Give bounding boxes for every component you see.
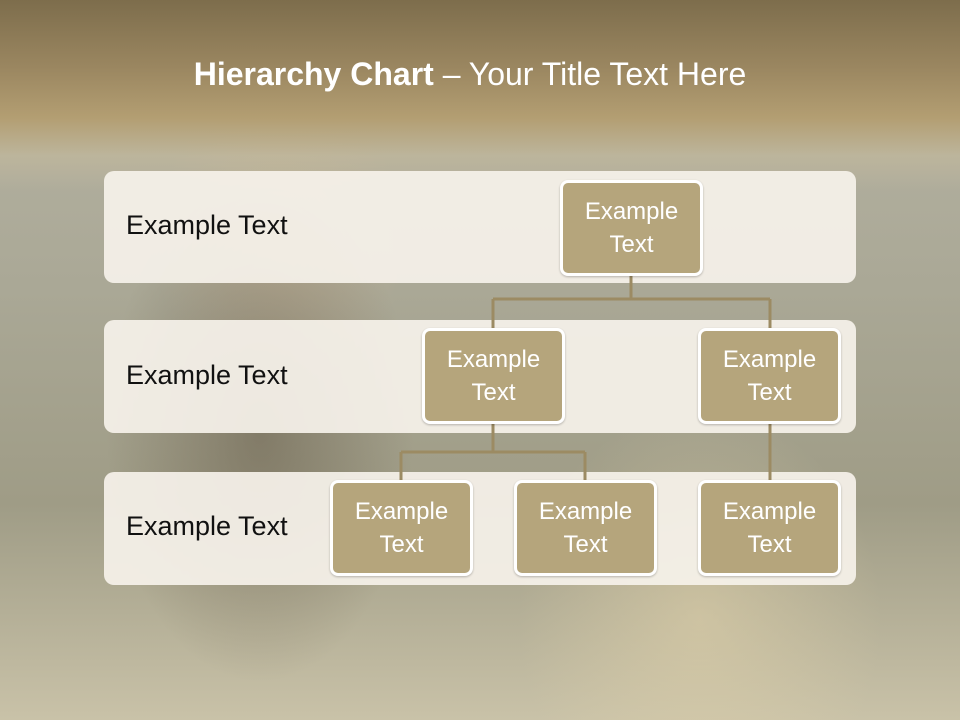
node-level3-right: Example Text (698, 480, 841, 576)
node-level3-middle-line2: Text (563, 531, 608, 558)
node-level2-left-line2: Text (471, 379, 516, 406)
node-level3-middle: Example Text (514, 480, 657, 576)
node-level3-left-line2: Text (379, 531, 424, 558)
node-level2-left: Example Text (422, 328, 565, 424)
node-level2-right: Example Text (698, 328, 841, 424)
node-level2-right-line2: Text (747, 379, 792, 406)
node-level2-right-line1: Example (722, 346, 817, 373)
node-root-line1: Example (584, 198, 679, 225)
node-root-line2: Text (609, 231, 654, 258)
node-level3-right-line2: Text (747, 531, 792, 558)
node-level3-left: Example Text (330, 480, 473, 576)
node-level2-left-line1: Example (446, 346, 541, 373)
slide-background: Hierarchy Chart – Your Title Text Here E… (0, 0, 960, 720)
node-level3-middle-line1: Example (538, 498, 633, 525)
node-level3-left-line1: Example (354, 498, 449, 525)
node-root: Example Text (560, 180, 703, 276)
node-level3-right-line1: Example (722, 498, 817, 525)
